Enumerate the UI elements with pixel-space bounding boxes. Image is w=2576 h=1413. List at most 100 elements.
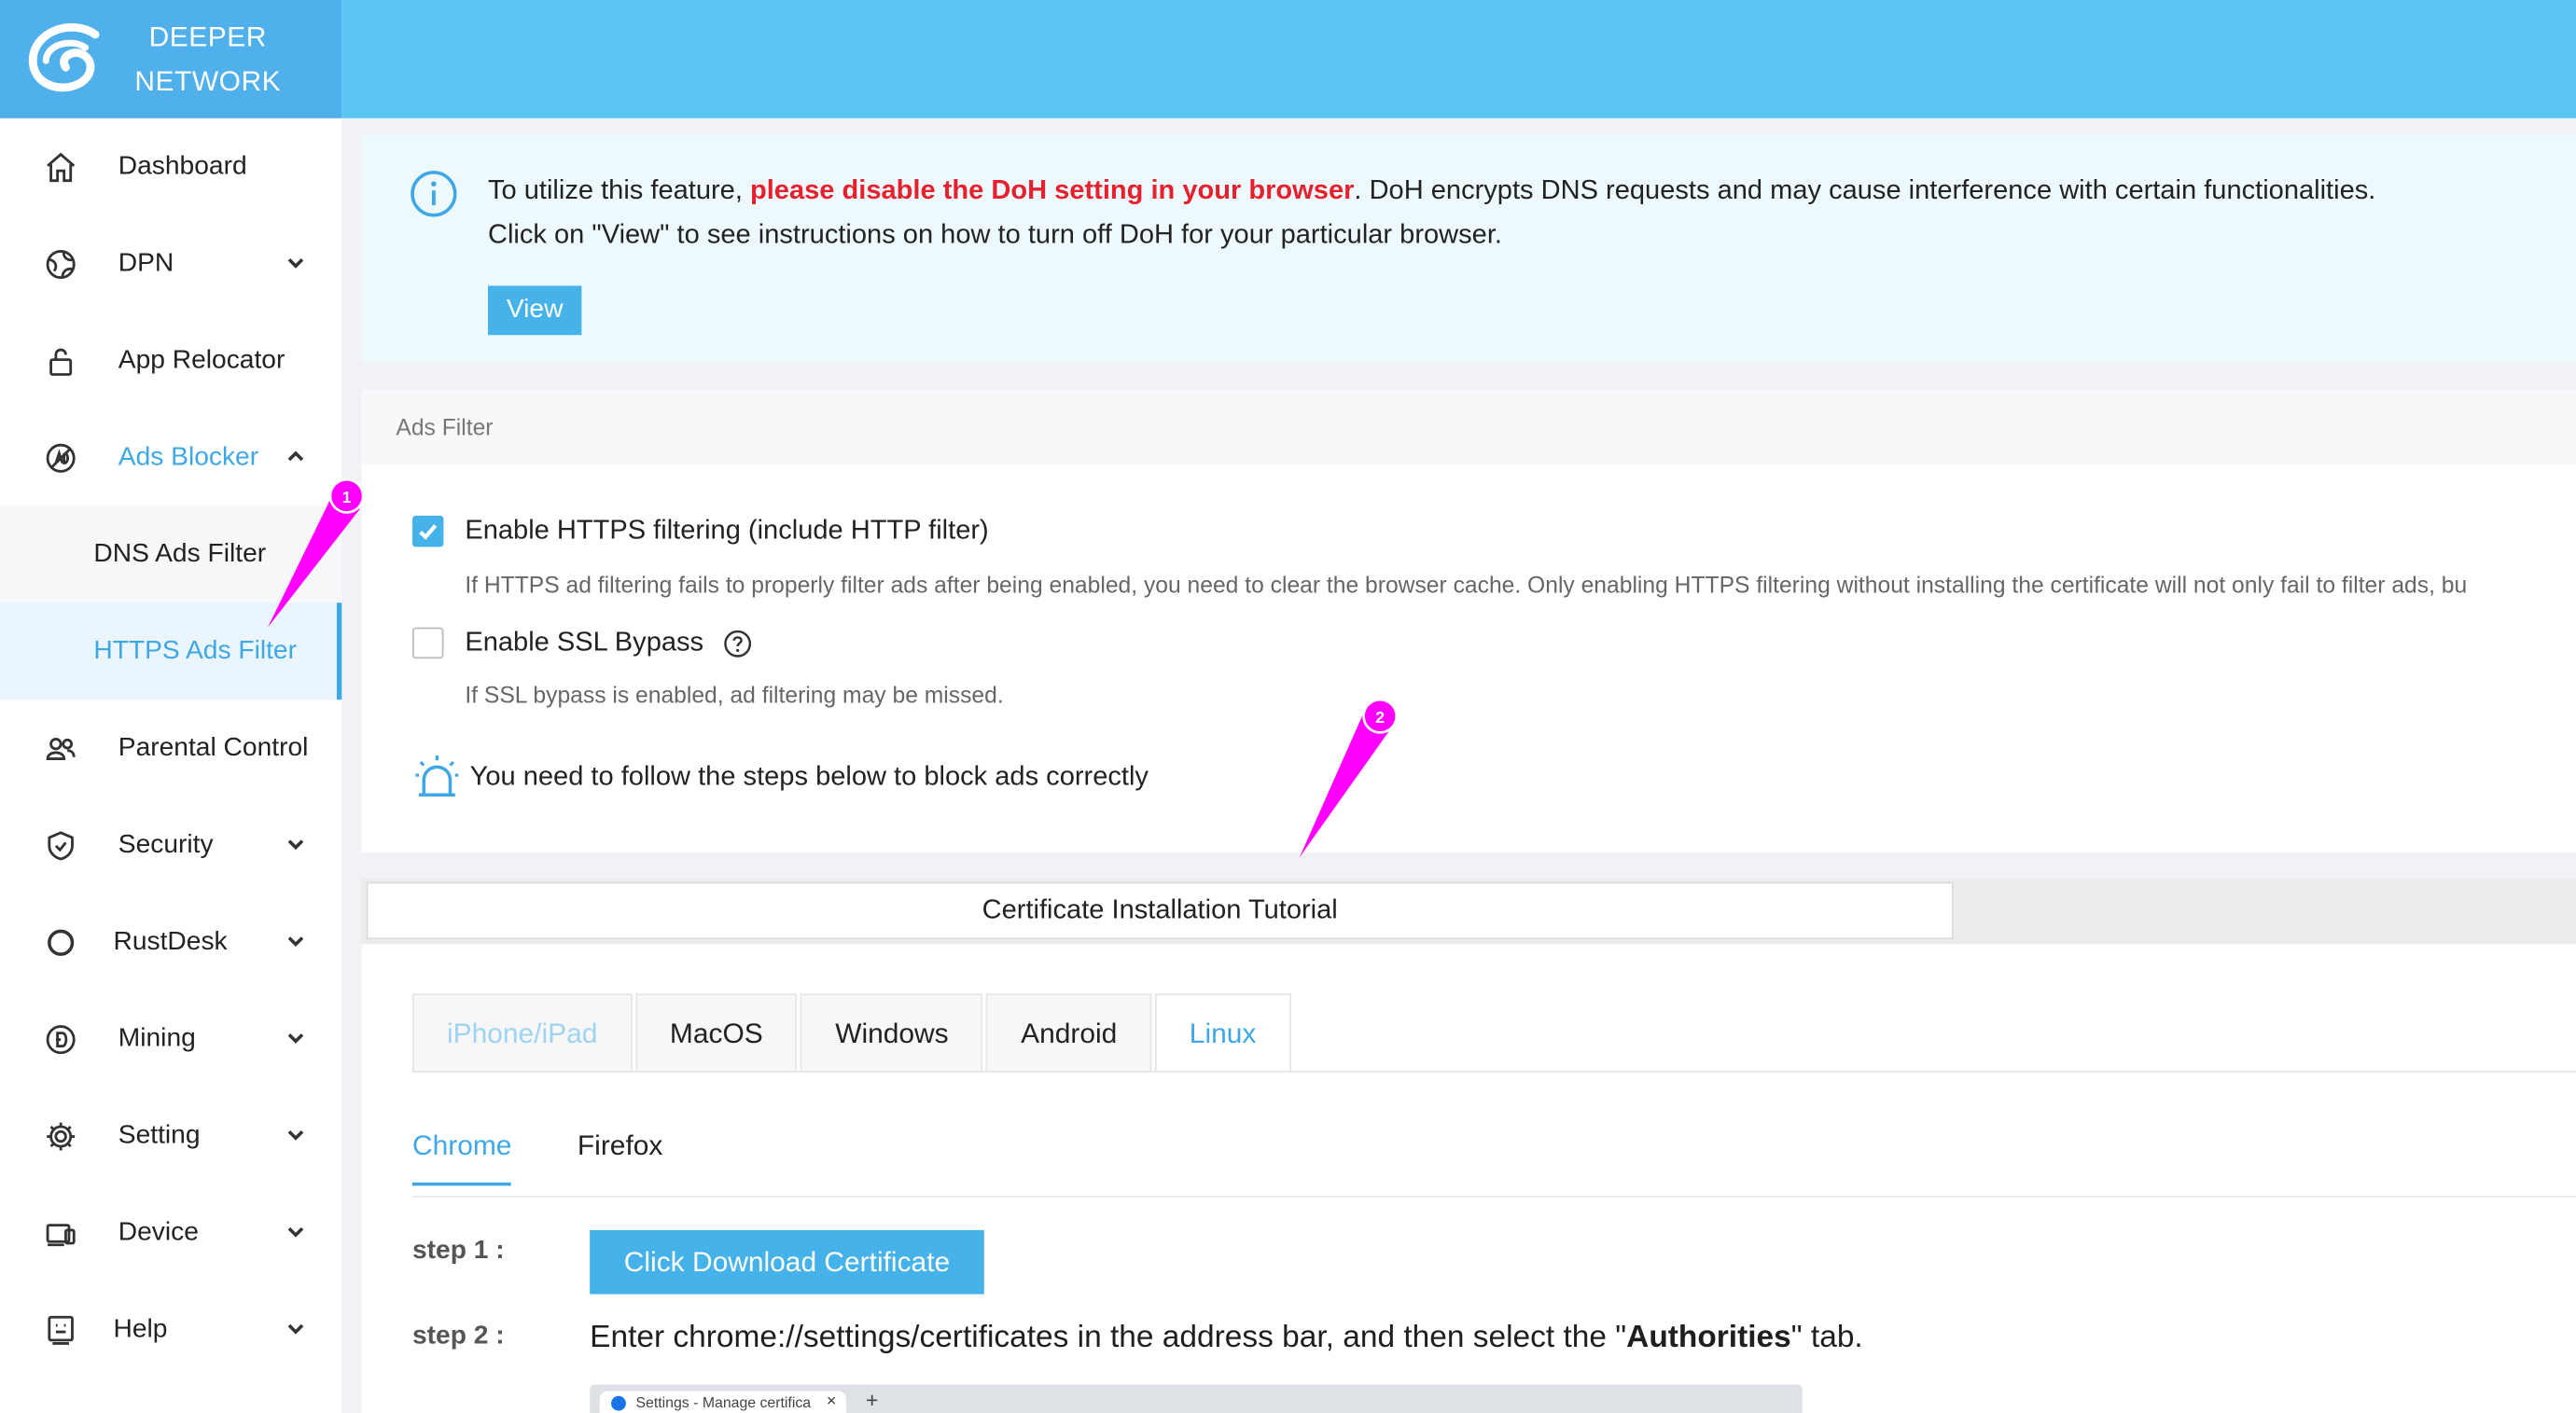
browser-tabs-divider [411, 1195, 2576, 1198]
sidebar-item-label: Mining [118, 1023, 196, 1052]
tutorial-tab-bar: Certificate Installation Tutorial [361, 879, 2576, 945]
tab-iphone-ipad[interactable]: iPhone/iPad [411, 993, 633, 1073]
chevron-up-icon [285, 445, 305, 464]
sidebar-item-parental-control[interactable]: Parental Control [0, 700, 341, 797]
sidebar-item-label: Dashboard [118, 151, 247, 180]
home-icon [43, 148, 79, 185]
tab-certificate-installation-tutorial[interactable]: Certificate Installation Tutorial [366, 881, 1954, 940]
chevron-down-icon [285, 930, 305, 949]
tab-android[interactable]: Android [986, 993, 1152, 1073]
brand-line1: DEEPER [148, 21, 267, 53]
circle-icon [43, 924, 79, 961]
sidebar-item-security[interactable]: Security [0, 797, 341, 894]
doh-notice: To utilize this feature, please disable … [361, 134, 2576, 364]
browser-tabs: Chrome Firefox [411, 1129, 729, 1186]
sidebar-item-rustdesk[interactable]: RustDesk [0, 894, 341, 990]
chevron-down-icon [285, 1220, 305, 1240]
preview-browser-tab: Settings - Manage certifica × [599, 1391, 846, 1413]
coin-icon [43, 1020, 79, 1057]
view-button[interactable]: View [487, 285, 582, 336]
annotation-marker-1: 1 [342, 488, 352, 506]
question-circle-icon[interactable] [723, 629, 753, 658]
sidebar-item-setting[interactable]: Setting [0, 1087, 341, 1184]
checkmark-icon [419, 524, 438, 540]
tab-linux[interactable]: Linux [1154, 993, 1291, 1073]
sidebar-subitem-label: HTTPS Ads Filter [93, 636, 297, 665]
chevron-down-icon [285, 1027, 305, 1046]
close-icon: × [827, 1392, 837, 1411]
sidebar-item-dashboard[interactable]: Dashboard [0, 118, 341, 215]
tutorial-panel: iPhone/iPad MacOS Windows Android Linux … [361, 944, 2576, 1413]
sidebar-item-label: Ads Blocker [118, 442, 259, 471]
sidebar-nav: Dashboard DPN App Relocator Ads Blocker … [0, 118, 342, 1378]
chrome-screenshot-preview: Settings - Manage certifica × + [590, 1384, 1803, 1413]
ssl-bypass-label: Enable SSL Bypass [465, 627, 704, 658]
ads-filter-panel: Enable HTTPS filtering (include HTTP fil… [361, 464, 2576, 852]
doh-notice-text: To utilize this feature, please disable … [488, 169, 2558, 257]
ads-blocker-submenu: DNS Ads Filter HTTPS Ads Filter [0, 506, 342, 700]
sidebar-item-dpn[interactable]: DPN [0, 215, 341, 312]
steps-notice-text: You need to follow the steps below to bl… [469, 761, 1149, 791]
ads-block-icon [43, 439, 79, 476]
tab-chrome[interactable]: Chrome [411, 1129, 513, 1186]
globe-icon [43, 245, 79, 282]
download-certificate-button[interactable]: Click Download Certificate [590, 1229, 984, 1295]
step2-text-before: Enter chrome://settings/certificates in … [590, 1320, 1627, 1355]
sidebar-item-mining[interactable]: Mining [0, 990, 341, 1087]
chevron-down-icon [285, 1317, 305, 1337]
sidebar-item-label: Parental Control [118, 733, 309, 762]
info-icon [411, 171, 457, 217]
https-filter-checkbox[interactable] [411, 515, 444, 547]
tab-macos[interactable]: MacOS [634, 993, 798, 1073]
doh-text-before: To utilize this feature, [487, 175, 750, 206]
app-root: DEEPER NETWORK Dashboard DPN App Relocat… [0, 0, 2576, 1413]
chevron-down-icon [285, 251, 305, 270]
doh-warning-text: please disable the DoH setting in your b… [749, 175, 1355, 206]
https-filter-label: Enable HTTPS filtering (include HTTP fil… [465, 515, 989, 546]
step2-text-after: " tab. [1790, 1320, 1863, 1355]
shield-icon [43, 827, 79, 864]
sidebar-subitem-label: DNS Ads Filter [93, 539, 267, 568]
users-icon [43, 730, 79, 767]
sidebar-subitem-dns-ads-filter[interactable]: DNS Ads Filter [0, 506, 341, 603]
brand-logo[interactable]: DEEPER NETWORK [0, 0, 342, 118]
ssl-bypass-checkbox-row[interactable]: Enable SSL Bypass [411, 627, 753, 659]
ssl-bypass-checkbox[interactable] [411, 627, 444, 659]
tab-windows[interactable]: Windows [801, 993, 983, 1073]
alarm-icon [415, 755, 459, 797]
step1-label: step 1 : [411, 1236, 505, 1265]
https-filter-hint: If HTTPS ad filtering fails to properly … [465, 571, 2468, 598]
gear-icon [43, 1117, 79, 1154]
device-icon [43, 1214, 79, 1251]
os-tabs-divider [411, 1071, 2576, 1073]
steps-notice: You need to follow the steps below to bl… [412, 752, 1149, 801]
sidebar-item-device[interactable]: Device [0, 1184, 341, 1281]
settings-gear-icon [611, 1395, 626, 1411]
preview-tab-title: Settings - Manage certifica [635, 1394, 812, 1411]
sidebar-item-label: Help [113, 1314, 168, 1343]
chevron-down-icon [285, 1123, 305, 1143]
sidebar-item-label: RustDesk [113, 927, 228, 955]
step2-label: step 2 : [411, 1322, 505, 1351]
top-header [341, 0, 2576, 118]
sidebar-item-ads-blocker[interactable]: Ads Blocker [0, 409, 341, 506]
sidebar-item-label: App Relocator [118, 345, 285, 374]
sidebar-subitem-https-ads-filter[interactable]: HTTPS Ads Filter [0, 603, 342, 700]
doh-text-after: . DoH encrypts DNS requests and may caus… [1354, 175, 2376, 206]
doh-notice-line2: Click on "View" to see instructions on h… [487, 219, 1503, 250]
ssl-bypass-hint: If SSL bypass is enabled, ad filtering m… [465, 681, 1004, 708]
sidebar-item-help[interactable]: Help [0, 1281, 341, 1378]
layout-scale: DEEPER NETWORK Dashboard DPN App Relocat… [0, 0, 2576, 1413]
sidebar-item-app-relocator[interactable]: App Relocator [0, 312, 341, 409]
help-icon [43, 1311, 79, 1348]
doh-notice-line1: To utilize this feature, please disable … [488, 169, 2558, 214]
lock-icon [43, 342, 79, 379]
sidebar-item-label: DPN [118, 248, 174, 277]
step2-instructions: Enter chrome://settings/certificates in … [590, 1321, 1863, 1357]
ads-filter-title: Ads Filter [361, 389, 2576, 465]
brand-name: DEEPER NETWORK [134, 15, 281, 104]
https-filter-checkbox-row[interactable]: Enable HTTPS filtering (include HTTP fil… [411, 515, 989, 547]
step2-authorities-text: Authorities [1626, 1320, 1791, 1355]
os-tabs: iPhone/iPad MacOS Windows Android Linux [411, 993, 1294, 1073]
tab-firefox[interactable]: Firefox [578, 1129, 663, 1185]
